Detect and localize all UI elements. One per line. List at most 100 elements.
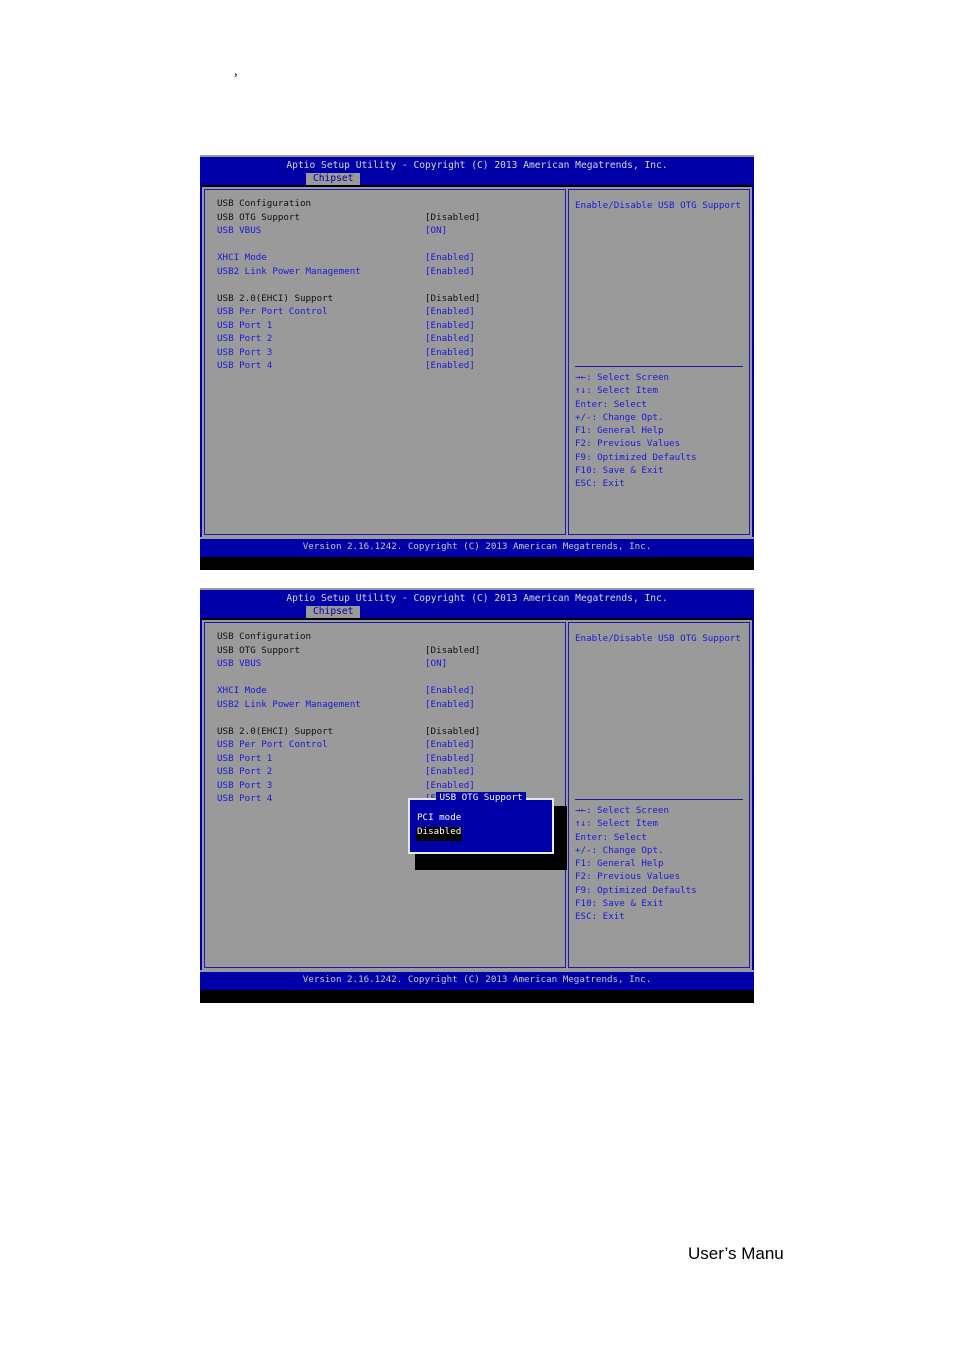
setting-row-usb-otg-support-2[interactable]: USB OTG Support [Disabled] — [217, 644, 557, 660]
help-text-1: Enable/Disable USB OTG Support — [575, 200, 741, 211]
help-divider-1 — [575, 366, 743, 367]
dialog-option-row-disabled[interactable]: Disabled — [416, 827, 463, 841]
setting-value: [Disabled] — [425, 292, 481, 304]
dialog-option-row-pci-mode[interactable]: PCI mode — [416, 813, 462, 827]
setting-value: [Enabled] — [425, 333, 475, 344]
setting-value: [ON] — [425, 658, 448, 669]
setting-value: [Enabled] — [425, 360, 475, 371]
help-divider-2 — [575, 799, 743, 800]
tab-chipset-2[interactable]: Chipset — [306, 606, 361, 619]
tab-chipset-1[interactable]: Chipset — [306, 173, 361, 186]
setting-value: [Enabled] — [425, 739, 475, 750]
setting-label: USB Port 2 — [217, 333, 273, 344]
bios-screenshot-1: Aptio Setup Utility - Copyright (C) 2013… — [200, 155, 754, 570]
setting-row-usb-vbus-2[interactable]: USB VBUS [ON] — [217, 659, 557, 673]
setting-row-xhci-mode-2[interactable]: XHCI Mode [Enabled] — [217, 686, 557, 700]
setting-label: USB OTG Support — [217, 644, 300, 656]
nav-key-select-screen: →←: Select Screen — [575, 805, 670, 816]
setting-value: [Disabled] — [425, 211, 481, 223]
setting-row-usb-port-2-b[interactable]: USB Port 2 [Enabled] — [217, 767, 557, 781]
nav-key-enter-select: Enter: Select — [575, 398, 647, 410]
setting-value: [Enabled] — [425, 319, 475, 331]
dialog-option-label: Disabled — [416, 827, 463, 841]
setting-label: USB Port 2 — [217, 766, 273, 777]
bios-title-bar-2: Aptio Setup Utility - Copyright (C) 2013… — [200, 588, 754, 619]
help-panel-1: Enable/Disable USB OTG Support →←: Selec… — [568, 189, 750, 535]
setting-value: [Enabled] — [425, 698, 475, 710]
setting-value: [Enabled] — [425, 685, 475, 696]
setting-row-usb-vbus-1[interactable]: USB VBUS [ON] — [217, 226, 557, 240]
setting-label: USB Per Port Control — [217, 306, 328, 317]
nav-key-optimized-defaults: F9: Optimized Defaults — [575, 884, 697, 896]
setting-label: USB VBUS — [217, 225, 262, 236]
nav-key-general-help: F1: General Help — [575, 858, 664, 870]
nav-key-select-item: ↑↓: Select Item — [575, 385, 658, 397]
nav-key-change-opt: +/-: Change Opt. — [575, 411, 664, 423]
settings-panel-2: USB Configuration USB OTG Support [Disab… — [204, 622, 567, 968]
nav-key-change-opt: +/-: Change Opt. — [575, 844, 664, 856]
setting-label: USB Port 4 — [217, 360, 273, 371]
setting-label: USB VBUS — [217, 658, 262, 669]
setting-row-usb-per-port-control-1[interactable]: USB Per Port Control [Enabled] — [217, 307, 557, 321]
setting-value: [Disabled] — [425, 725, 481, 737]
setting-label: USB Port 4 — [217, 793, 273, 804]
setting-row-usb2-link-power-management-1[interactable]: USB2 Link Power Management [Enabled] — [217, 265, 557, 281]
setting-label: USB Port 1 — [217, 319, 273, 331]
nav-key-save-exit: F10: Save & Exit — [575, 465, 664, 477]
section-title-row-1: USB Configuration — [217, 199, 557, 213]
setting-row-usb-per-port-control-2[interactable]: USB Per Port Control [Enabled] — [217, 740, 557, 754]
nav-key-select-item: ↑↓: Select Item — [575, 818, 658, 830]
section-title-2: USB Configuration — [217, 631, 312, 642]
setting-row-usb-port-1-b[interactable]: USB Port 1 [Enabled] — [217, 752, 557, 768]
setting-row-xhci-mode-1[interactable]: XHCI Mode [Enabled] — [217, 253, 557, 267]
setting-label: USB2 Link Power Management — [217, 698, 361, 710]
settings-list-1: USB Configuration USB OTG Support [Disab… — [217, 199, 557, 375]
dialog-option-list: PCI mode Disabled — [416, 813, 463, 841]
setting-label: USB OTG Support — [217, 211, 300, 223]
bios-title-bar-1: Aptio Setup Utility - Copyright (C) 2013… — [200, 155, 754, 186]
usb-otg-support-dialog[interactable]: USB OTG Support PCI mode Disabled — [408, 792, 567, 870]
nav-key-previous-values: F2: Previous Values — [575, 871, 681, 883]
nav-key-select-screen: →←: Select Screen — [575, 372, 670, 383]
help-text-2: Enable/Disable USB OTG Support — [575, 633, 741, 644]
setting-row-usb-port-1-a[interactable]: USB Port 1 [Enabled] — [217, 319, 557, 335]
setting-label: XHCI Mode — [217, 252, 267, 263]
dialog-option-label: PCI mode — [417, 812, 462, 823]
nav-keys-1: →←: Select Screen ↑↓: Select Item Enter:… — [575, 373, 745, 493]
settings-list-2: USB Configuration USB OTG Support [Disab… — [217, 632, 557, 808]
bios-body-1: USB Configuration USB OTG Support [Disab… — [200, 185, 754, 537]
stray-mark: , — [234, 63, 238, 79]
bios-version-text-1: Version 2.16.1242. Copyright (C) 2013 Am… — [302, 541, 652, 552]
nav-key-previous-values: F2: Previous Values — [575, 438, 681, 450]
setting-row-usb-port-3-a[interactable]: USB Port 3 [Enabled] — [217, 346, 557, 362]
bios-title-2: Aptio Setup Utility - Copyright (C) 2013… — [286, 593, 668, 604]
setting-label: USB 2.0(EHCI) Support — [217, 725, 334, 737]
bios-screenshot-2: Aptio Setup Utility - Copyright (C) 2013… — [200, 588, 754, 1003]
setting-value: [Enabled] — [425, 265, 475, 277]
setting-label: USB Port 3 — [217, 346, 273, 358]
nav-key-save-exit: F10: Save & Exit — [575, 898, 664, 910]
nav-key-enter-select: Enter: Select — [575, 831, 647, 843]
nav-key-general-help: F1: General Help — [575, 425, 664, 437]
setting-label: USB 2.0(EHCI) Support — [217, 292, 334, 304]
bios-body-2: USB Configuration USB OTG Support [Disab… — [200, 618, 754, 970]
dialog-box: USB OTG Support PCI mode Disabled — [408, 792, 554, 854]
setting-row-usb-20-ehci-support-2: USB 2.0(EHCI) Support [Disabled] — [217, 725, 557, 741]
nav-key-optimized-defaults: F9: Optimized Defaults — [575, 451, 697, 463]
page-footer-text: User’s Manu — [688, 1244, 784, 1263]
setting-value: [ON] — [425, 225, 448, 236]
section-title-row-2: USB Configuration — [217, 632, 557, 646]
setting-label: USB Port 1 — [217, 752, 273, 764]
setting-value: [Enabled] — [425, 779, 475, 791]
setting-value: [Enabled] — [425, 306, 475, 317]
setting-value: [Enabled] — [425, 252, 475, 263]
setting-value: [Disabled] — [425, 644, 481, 656]
setting-row-usb2-link-power-management-2[interactable]: USB2 Link Power Management [Enabled] — [217, 698, 557, 714]
setting-row-usb-port-2-a[interactable]: USB Port 2 [Enabled] — [217, 334, 557, 348]
setting-label: USB Per Port Control — [217, 739, 328, 750]
setting-row-usb-otg-support-1[interactable]: USB OTG Support [Disabled] — [217, 211, 557, 227]
setting-row-usb-port-4-a[interactable]: USB Port 4 [Enabled] — [217, 361, 557, 375]
setting-value: [Enabled] — [425, 346, 475, 358]
setting-label: XHCI Mode — [217, 685, 267, 696]
dialog-title: USB OTG Support — [410, 792, 552, 803]
